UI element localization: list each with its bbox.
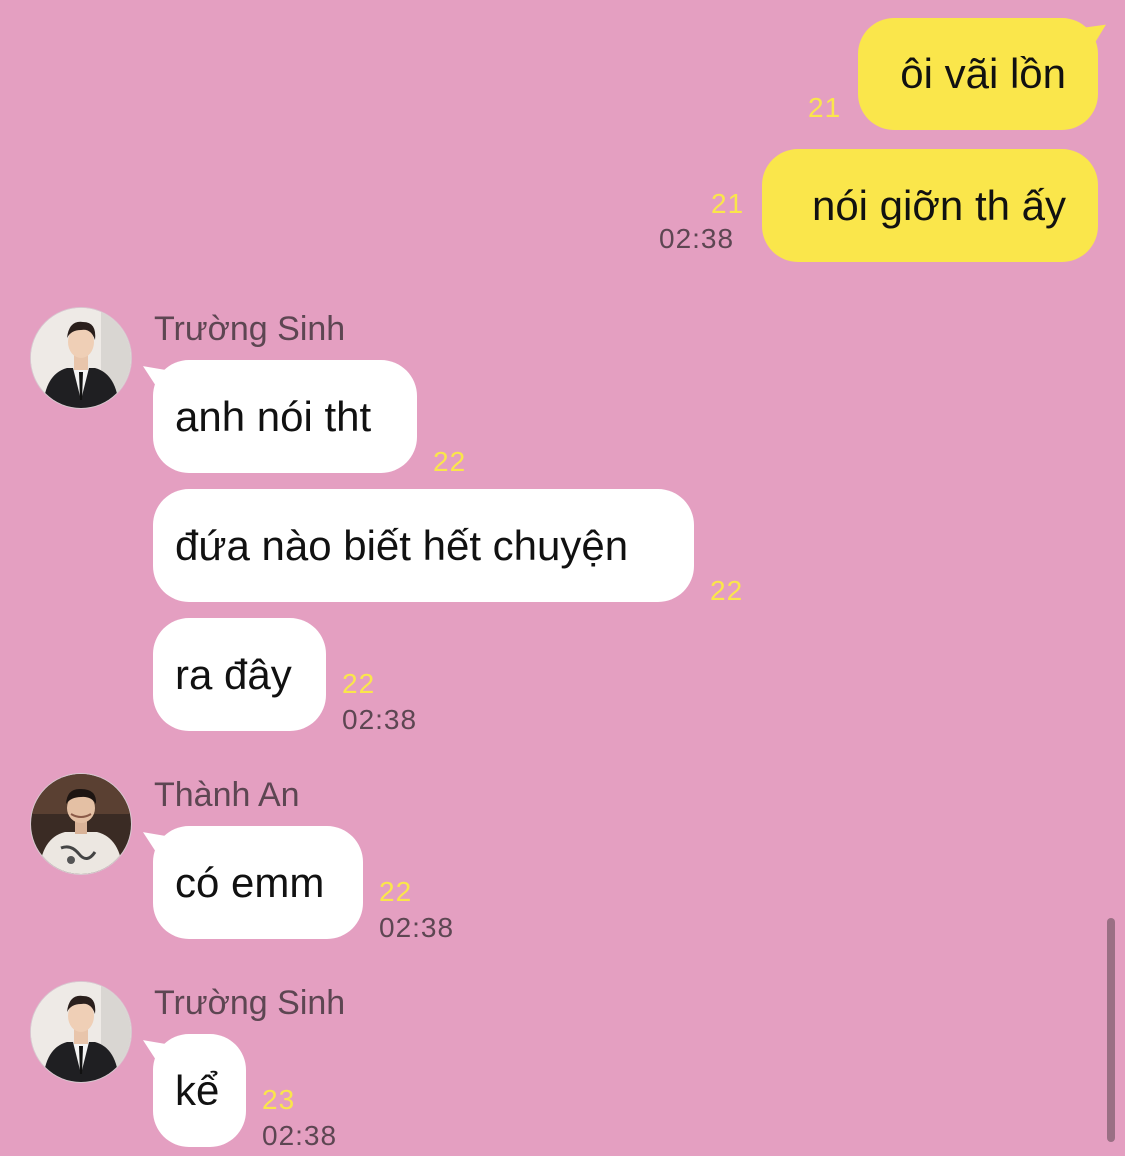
person-icon <box>31 308 131 408</box>
scrollbar[interactable] <box>1107 918 1115 1142</box>
unread-count: 21 <box>711 188 745 219</box>
message-text: đứa nào biết hết chuyện <box>175 521 629 569</box>
bubble-tail <box>1086 16 1106 58</box>
message-timestamp: 02:38 <box>342 704 418 735</box>
message-text: nói giỡn th ấy <box>811 181 1066 229</box>
message-text: ra đây <box>175 650 292 698</box>
message-timestamp: 02:38 <box>262 1120 338 1151</box>
incoming-message[interactable]: anh nói tht <box>153 360 417 473</box>
person-icon <box>31 982 131 1082</box>
outgoing-message[interactable]: nói giỡn th ấy <box>762 149 1098 262</box>
unread-count: 22 <box>710 575 744 606</box>
incoming-message[interactable]: đứa nào biết hết chuyện <box>153 489 694 602</box>
unread-count: 22 <box>433 446 467 477</box>
person-icon <box>31 774 131 874</box>
unread-count: 23 <box>262 1084 296 1115</box>
incoming-message[interactable]: kể <box>153 1034 246 1147</box>
message-text: anh nói tht <box>175 392 372 440</box>
bubble-tail <box>143 358 165 400</box>
message-timestamp: 02:38 <box>659 223 735 254</box>
message-timestamp: 02:38 <box>379 912 455 943</box>
outgoing-message[interactable]: ôi vãi lồn <box>858 18 1098 130</box>
avatar-thanh-an[interactable] <box>30 773 132 875</box>
bubble-tail <box>143 1032 165 1074</box>
unread-count: 22 <box>379 876 413 907</box>
bubble-tail <box>143 824 165 866</box>
incoming-message[interactable]: ra đây <box>153 618 326 731</box>
message-text: kể <box>175 1066 220 1114</box>
message-text: có emm <box>175 858 325 906</box>
unread-count: 22 <box>342 668 376 699</box>
sender-name: Trường Sinh <box>154 984 346 1022</box>
avatar-truong-sinh[interactable] <box>30 307 132 409</box>
sender-name: Trường Sinh <box>154 310 346 348</box>
incoming-message[interactable]: có emm <box>153 826 363 939</box>
avatar-truong-sinh[interactable] <box>30 981 132 1083</box>
message-text: ôi vãi lồn <box>900 50 1066 97</box>
unread-count: 21 <box>808 92 842 123</box>
sender-name: Thành An <box>154 776 300 814</box>
